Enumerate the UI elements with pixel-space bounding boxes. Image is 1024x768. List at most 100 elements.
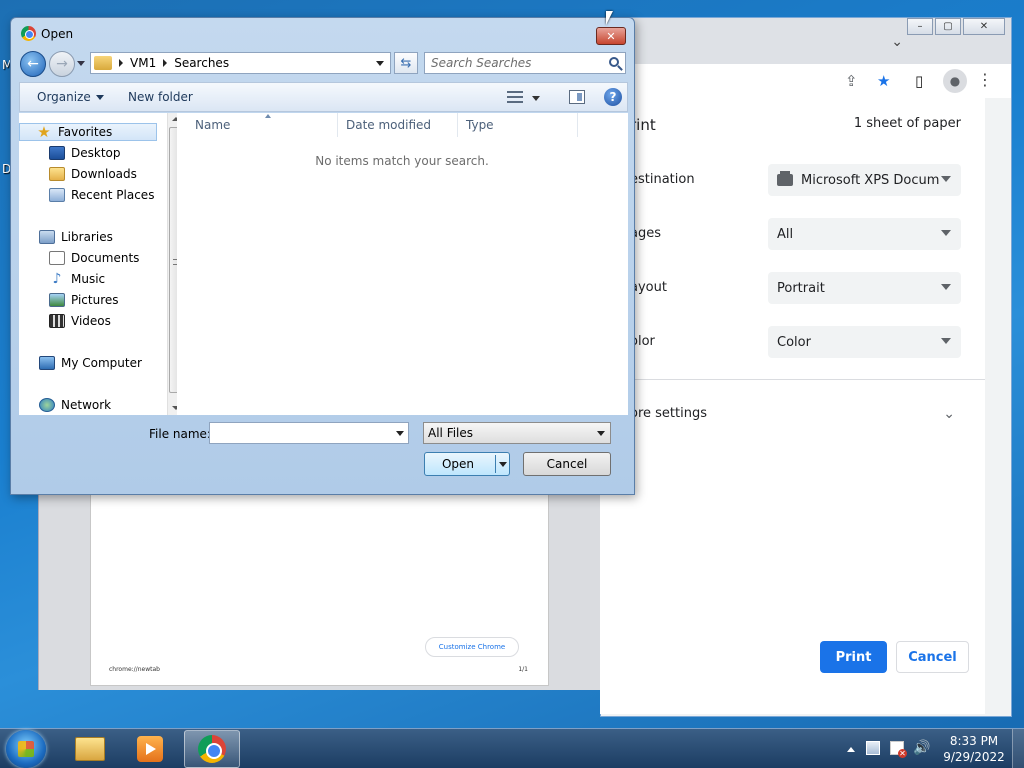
computer-icon	[39, 356, 55, 370]
destination-select[interactable]: Microsoft XPS Docum	[768, 164, 961, 196]
column-name[interactable]: Name	[177, 113, 338, 137]
bookmark-star-icon[interactable]: ★	[877, 72, 890, 90]
minimize-button[interactable]: –	[907, 18, 933, 35]
search-input[interactable]	[431, 53, 601, 73]
caret-down-icon	[941, 338, 951, 344]
back-arrow-icon[interactable]: ←	[20, 51, 46, 77]
taskbar-media-player[interactable]	[122, 730, 178, 768]
breadcrumb-searches[interactable]: Searches	[174, 56, 229, 70]
star-icon: ★	[37, 123, 51, 141]
close-button[interactable]: ✕	[963, 18, 1005, 35]
print-button[interactable]: Print	[820, 641, 887, 673]
color-select[interactable]: Color	[768, 326, 961, 358]
nav-my-computer[interactable]: My Computer	[39, 354, 142, 372]
breadcrumb-separator-icon[interactable]	[163, 59, 168, 67]
breadcrumb-vm1[interactable]: VM1	[130, 56, 156, 70]
taskbar-explorer[interactable]	[62, 730, 118, 768]
refresh-icon[interactable]: ⇆	[394, 52, 418, 74]
nav-videos[interactable]: Videos	[49, 312, 111, 330]
nav-recent-places[interactable]: Recent Places	[49, 186, 154, 204]
menu-kebab-icon[interactable]: ⋮	[977, 70, 993, 89]
network-tray-icon[interactable]	[866, 741, 880, 755]
breadcrumb-separator-icon[interactable]	[119, 59, 123, 67]
nav-network-label: Network	[61, 398, 112, 412]
nav-downloads[interactable]: Downloads	[49, 165, 137, 183]
more-settings-toggle[interactable]: ore settings	[630, 406, 707, 421]
tray-expand-icon[interactable]	[847, 747, 855, 752]
mouse-cursor-icon	[606, 11, 613, 25]
caret-down-icon	[941, 284, 951, 290]
navigation-pane: ★ Favorites Desktop Downloads Recent Plac…	[19, 113, 183, 415]
file-list[interactable]: Name Date modified Type No items match y…	[177, 113, 628, 415]
nav-recent-places-label: Recent Places	[71, 188, 155, 202]
volume-icon[interactable]: 🔊	[913, 741, 930, 755]
browser-toolbar: ⇪ ★ ▯ ● ⋮	[601, 64, 1011, 98]
recent-locations-dropdown-icon[interactable]	[77, 61, 85, 66]
address-dropdown-icon[interactable]	[376, 61, 384, 66]
sheet-count: 1 sheet of paper	[853, 116, 961, 131]
chevron-down-icon[interactable]: ⌄	[943, 406, 955, 422]
column-type[interactable]: Type	[458, 113, 578, 137]
tab-search-chevron-icon[interactable]: ⌄	[891, 34, 903, 50]
file-name-dropdown-icon[interactable]	[396, 431, 404, 436]
preview-pane-icon[interactable]	[569, 90, 585, 104]
file-name-label: File name:	[149, 427, 211, 441]
folder-icon	[75, 737, 105, 761]
destination-label: estination	[630, 172, 695, 187]
nav-music-label: Music	[71, 272, 106, 286]
print-preview-page: Customize Chrome chrome://newtab 1/1	[90, 494, 549, 686]
organize-label: Organize	[37, 90, 91, 104]
nav-network[interactable]: Network	[39, 396, 111, 414]
file-type-select[interactable]: All Files	[423, 422, 611, 444]
empty-list-message: No items match your search.	[315, 154, 489, 168]
help-icon[interactable]: ?	[604, 88, 622, 106]
start-button[interactable]	[6, 730, 46, 768]
search-box[interactable]	[424, 52, 626, 74]
recent-places-icon	[49, 188, 65, 202]
new-folder-button[interactable]: New folder	[128, 90, 193, 104]
file-type-dropdown-icon	[597, 431, 605, 436]
page-footer-count: 1/1	[518, 666, 528, 673]
pages-select[interactable]: All	[768, 218, 961, 250]
share-icon[interactable]: ⇪	[845, 72, 858, 90]
clock-time: 8:33 PM	[949, 734, 999, 748]
clock[interactable]: 8:33 PM 9/29/2022	[938, 733, 1010, 765]
nav-downloads-label: Downloads	[71, 167, 137, 181]
address-bar[interactable]: VM1 Searches	[90, 52, 391, 74]
nav-documents[interactable]: Documents	[49, 249, 139, 267]
destination-value: Microsoft XPS Docum	[801, 172, 940, 188]
organize-menu[interactable]: Organize	[37, 90, 104, 104]
color-value: Color	[777, 334, 811, 350]
action-center-flag-icon[interactable]	[890, 741, 907, 758]
nav-desktop-label: Desktop	[71, 146, 121, 160]
nav-libraries[interactable]: Libraries	[39, 228, 113, 246]
split-divider	[495, 455, 496, 473]
command-bar: Organize New folder ?	[19, 82, 628, 112]
forward-arrow-icon[interactable]: →	[49, 51, 75, 77]
nav-favorites-label: Favorites	[58, 125, 113, 139]
nav-music[interactable]: ♪ Music	[49, 270, 106, 288]
show-desktop-button[interactable]	[1012, 729, 1024, 768]
dialog-cancel-button[interactable]: Cancel	[523, 452, 611, 476]
nav-videos-label: Videos	[71, 314, 111, 328]
nav-desktop[interactable]: Desktop	[49, 144, 121, 162]
side-panel-icon[interactable]: ▯	[915, 72, 923, 90]
column-date-modified[interactable]: Date modified	[338, 113, 458, 137]
view-options-icon[interactable]	[507, 91, 523, 103]
open-options-dropdown-icon[interactable]	[499, 462, 507, 467]
search-icon[interactable]	[609, 57, 619, 67]
dialog-close-button[interactable]: ✕	[596, 27, 626, 45]
file-name-input[interactable]	[213, 423, 393, 443]
nav-favorites[interactable]: ★ Favorites	[19, 123, 157, 141]
file-name-combobox[interactable]	[209, 422, 409, 444]
column-name-label: Name	[195, 118, 231, 132]
nav-pictures[interactable]: Pictures	[49, 291, 119, 309]
maximize-button[interactable]: ▢	[935, 18, 961, 35]
cancel-print-button[interactable]: Cancel	[896, 641, 969, 673]
layout-select[interactable]: Portrait	[768, 272, 961, 304]
profile-avatar[interactable]: ●	[943, 69, 967, 93]
taskbar-chrome[interactable]	[184, 730, 240, 768]
view-dropdown-icon[interactable]	[532, 96, 540, 101]
customize-chrome-pill: Customize Chrome	[425, 637, 519, 657]
open-button[interactable]: Open	[424, 452, 510, 476]
